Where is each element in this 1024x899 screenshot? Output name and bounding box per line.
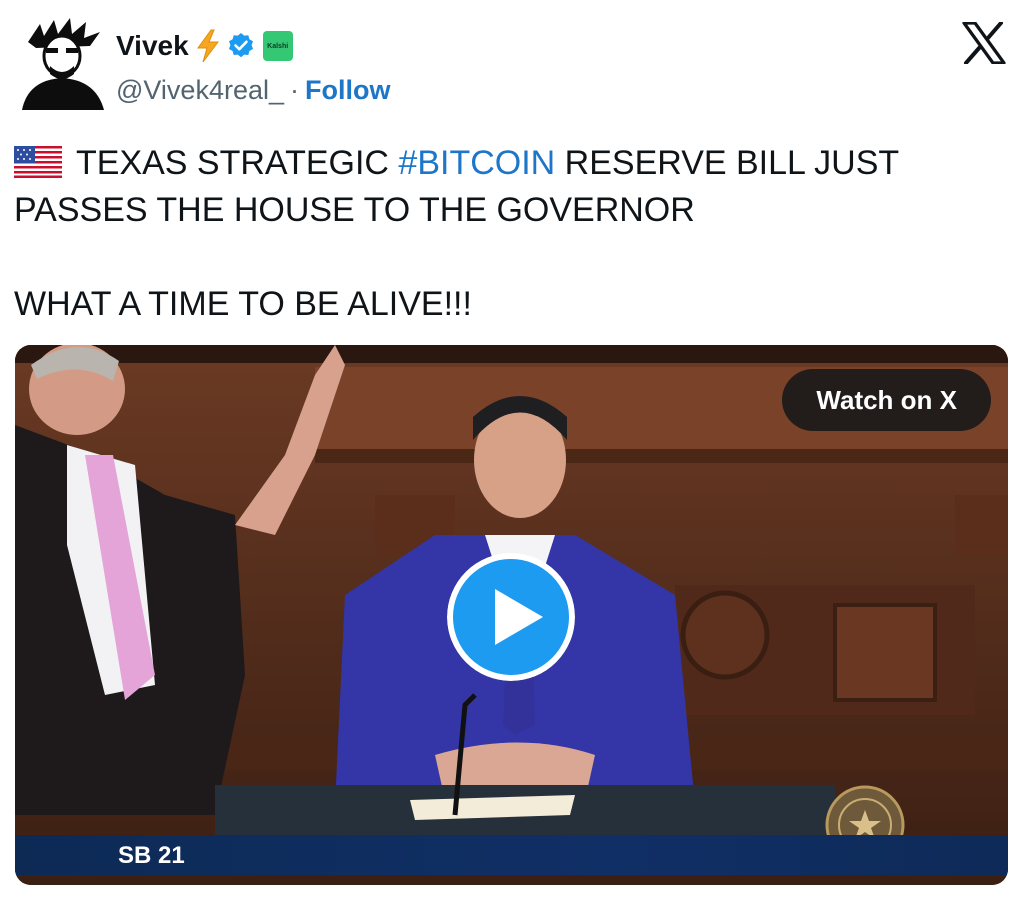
follow-button[interactable]: Follow xyxy=(305,75,390,106)
author-handle[interactable]: @Vivek4real_ xyxy=(116,75,284,106)
tweet-line-2: WHAT A TIME TO BE ALIVE!!! xyxy=(14,285,472,323)
video-player[interactable]: SB 21 Watch on X xyxy=(15,345,1008,885)
author-handle-row: @Vivek4real_ · Follow xyxy=(116,72,390,108)
display-name[interactable]: Vivek xyxy=(116,30,189,62)
tweet-line-1: TEXAS STRATEGIC #BITCOIN RESERVE BILL JU… xyxy=(14,140,1004,234)
x-logo-icon[interactable] xyxy=(962,22,1006,64)
play-icon[interactable] xyxy=(447,553,575,681)
us-flag-icon xyxy=(14,146,62,178)
watch-on-x-label: Watch on X xyxy=(816,384,957,415)
hashtag-link[interactable]: #BITCOIN xyxy=(398,144,555,182)
author-name-row: Vivek Kalshi xyxy=(116,26,293,66)
tweet-text: TEXAS STRATEGIC #BITCOIN RESERVE BILL JU… xyxy=(14,140,1004,328)
affiliate-badge-label: Kalshi xyxy=(267,42,289,50)
lightning-bolt-icon xyxy=(196,29,219,63)
watch-on-x-button[interactable]: Watch on X xyxy=(782,369,991,431)
verified-badge-icon[interactable] xyxy=(227,32,255,60)
bill-label: SB 21 xyxy=(118,842,185,869)
tweet-text-part-1: TEXAS STRATEGIC xyxy=(76,144,399,182)
separator-dot: · xyxy=(290,74,299,105)
avatar[interactable] xyxy=(14,14,110,110)
affiliate-badge[interactable]: Kalshi xyxy=(262,31,293,61)
